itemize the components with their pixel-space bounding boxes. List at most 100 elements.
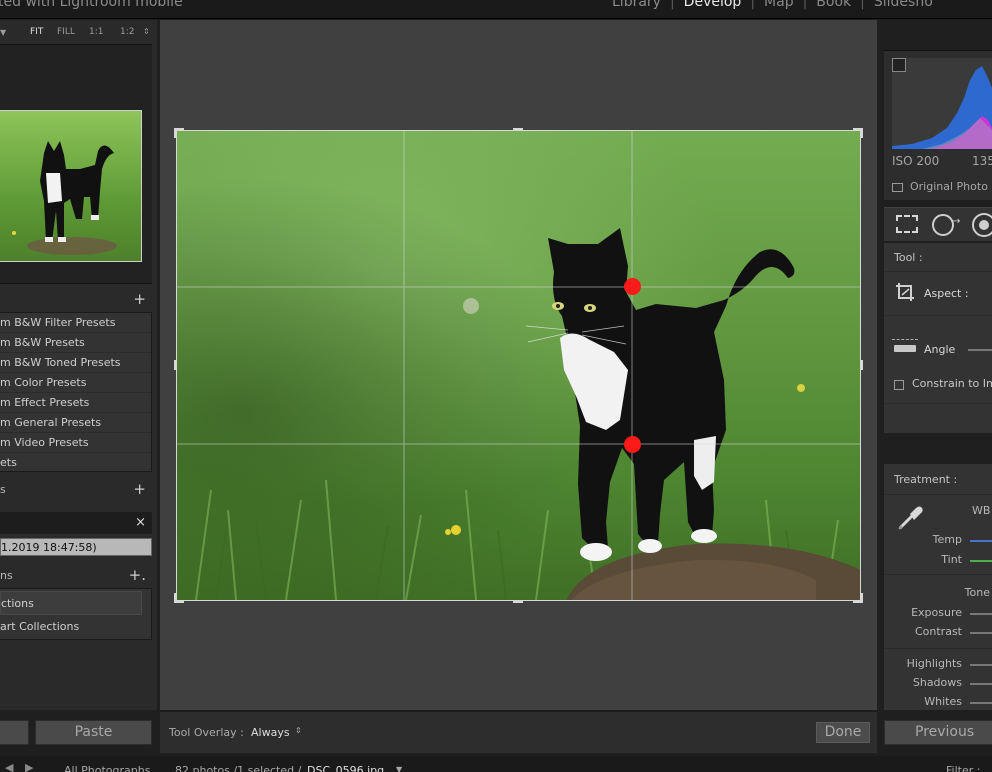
left-panel: ▼ FIT FILL 1:1 1:2 ⇕ + m B&W Filter Pres… (0, 20, 157, 710)
history-step[interactable]: 1.2019 18:47:58) (0, 538, 152, 556)
crop-corner-handle[interactable] (174, 128, 176, 138)
wb-label: WB (972, 504, 991, 517)
preset-folder[interactable]: m General Presets (0, 413, 151, 433)
crop-edge-handle[interactable] (861, 360, 863, 370)
navigator-thumbnail[interactable] (0, 110, 142, 262)
whites-slider[interactable] (970, 702, 992, 704)
module-develop[interactable]: Develop (684, 0, 742, 10)
shadows-slider[interactable] (970, 683, 992, 685)
filename-dropdown-icon[interactable]: ▼ (396, 765, 402, 772)
red-marker-dot (624, 436, 641, 453)
presets-header[interactable]: + (0, 288, 152, 310)
collection-item[interactable]: ctions (0, 591, 142, 615)
histogram-graph[interactable] (892, 58, 992, 149)
aspect-lock-icon[interactable] (894, 281, 916, 303)
focal-length-readout: 135 (972, 154, 992, 168)
clear-history-icon[interactable]: × (135, 515, 146, 530)
paste-button[interactable]: Paste (35, 720, 152, 745)
tool-overlay-dropdown-icon[interactable]: ⇕ (295, 726, 302, 735)
left-button-bar: Paste (0, 720, 157, 745)
red-marker-dot (624, 278, 641, 295)
tone-label: Tone (964, 586, 990, 599)
module-slideshow[interactable]: Slidesho (874, 0, 933, 10)
snapshots-header[interactable]: s + (0, 478, 152, 500)
image-workspace (160, 20, 877, 710)
add-snapshot-icon[interactable]: + (133, 480, 146, 498)
white-balance-picker-icon[interactable] (896, 502, 926, 532)
photo-canvas[interactable] (176, 130, 861, 601)
previous-button[interactable]: Previous (884, 720, 992, 745)
preset-folder[interactable]: m Effect Presets (0, 393, 151, 413)
original-photo-checkbox[interactable] (892, 183, 903, 192)
navigator-header: ▼ FIT FILL 1:1 1:2 ⇕ (0, 20, 152, 44)
crop-edge-handle[interactable] (513, 128, 523, 130)
filmstrip-nav-arrows-icon[interactable]: ◀ ▶ (5, 761, 37, 772)
module-list: Library | Develop | Map | Book | Slidesho (612, 0, 933, 10)
filter-label[interactable]: Filter : (946, 764, 980, 772)
preset-folder[interactable]: m B&W Presets (0, 333, 151, 353)
shadow-clipping-icon[interactable] (892, 58, 906, 72)
tool-overlay-select[interactable]: Always (251, 726, 290, 739)
filmstrip-filename[interactable]: DSC_0596.jpg (307, 764, 384, 772)
preset-folder[interactable]: m B&W Filter Presets (0, 313, 151, 333)
right-panel: ISO 200 135 Original Photo → Tool : Aspe… (880, 20, 992, 710)
angle-label: Angle (924, 343, 956, 356)
angle-slider[interactable] (968, 349, 992, 351)
preset-folder[interactable]: ets (0, 453, 151, 473)
spot-removal-icon[interactable] (932, 214, 954, 236)
navigator-collapse-icon[interactable]: ▼ (0, 28, 6, 37)
presets-list: m B&W Filter Presets m B&W Presets m B&W… (0, 312, 152, 473)
original-photo-label: Original Photo (910, 180, 988, 193)
collections-header[interactable]: ns +. (0, 564, 152, 586)
history-header[interactable]: × (0, 512, 152, 534)
identity-plate: ted with Lightroom mobile (0, 0, 183, 10)
module-library[interactable]: Library (612, 0, 661, 10)
crop-corner-handle[interactable] (861, 128, 863, 138)
zoom-1to1-option[interactable]: 1:1 (89, 27, 103, 37)
navigator-preview[interactable] (0, 44, 152, 284)
crop-panel: Tool : Aspect : Angle Constrain to Im (884, 243, 992, 433)
red-eye-icon[interactable] (972, 213, 992, 237)
preset-folder[interactable]: m B&W Toned Presets (0, 353, 151, 373)
constrain-to-image-checkbox[interactable] (894, 380, 904, 390)
exposure-slider[interactable] (970, 613, 992, 615)
add-collection-icon[interactable]: +. (129, 566, 146, 584)
module-book[interactable]: Book (816, 0, 851, 10)
module-picker-bar: ted with Lightroom mobile Library | Develo… (0, 0, 992, 19)
filmstrip-source[interactable]: All Photographs (64, 764, 150, 772)
zoom-fit-option[interactable]: FIT (30, 27, 43, 37)
highlights-slider[interactable] (970, 664, 992, 666)
zoom-dropdown-icon[interactable]: ⇕ (143, 27, 150, 36)
crop-corner-handle[interactable] (861, 593, 863, 603)
crop-overlay-icon[interactable] (896, 215, 918, 233)
zoom-1to2-option[interactable]: 1:2 (120, 27, 134, 37)
tool-overlay-label: Tool Overlay : (169, 726, 244, 739)
copy-button[interactable] (0, 720, 29, 745)
constrain-to-image-label: Constrain to Im (912, 377, 992, 390)
temp-label: Temp (932, 533, 962, 546)
contrast-label: Contrast (914, 625, 962, 638)
done-button[interactable]: Done (816, 722, 870, 743)
tint-slider[interactable] (970, 560, 992, 562)
zoom-fill-option[interactable]: FILL (57, 27, 75, 37)
crop-corner-handle[interactable] (174, 593, 176, 603)
crop-edge-handle[interactable] (174, 360, 176, 370)
tool-strip: → (884, 207, 992, 241)
highlights-label: Highlights (906, 657, 962, 670)
preset-folder[interactable]: m Color Presets (0, 373, 151, 393)
basic-panel: Treatment : WB Temp Tint Tone Exposure C… (884, 464, 992, 710)
temp-slider[interactable] (970, 540, 992, 542)
crop-frame[interactable] (174, 128, 863, 603)
module-map[interactable]: Map (764, 0, 794, 10)
collection-item[interactable]: art Collections (0, 615, 151, 639)
filmstrip-bar: ◀ ▶ All Photographs 82 photos /1 selecte… (0, 756, 992, 772)
crop-edge-handle[interactable] (513, 601, 523, 603)
straighten-tool-icon[interactable] (892, 339, 918, 355)
histogram-panel: ISO 200 135 Original Photo (884, 50, 992, 200)
tint-label: Tint (941, 553, 962, 566)
contrast-slider[interactable] (970, 632, 992, 634)
add-preset-icon[interactable]: + (133, 290, 146, 308)
preset-folder[interactable]: m Video Presets (0, 433, 151, 453)
snapshots-title: s (0, 483, 6, 496)
filmstrip-count: 82 photos /1 selected / (175, 764, 302, 772)
